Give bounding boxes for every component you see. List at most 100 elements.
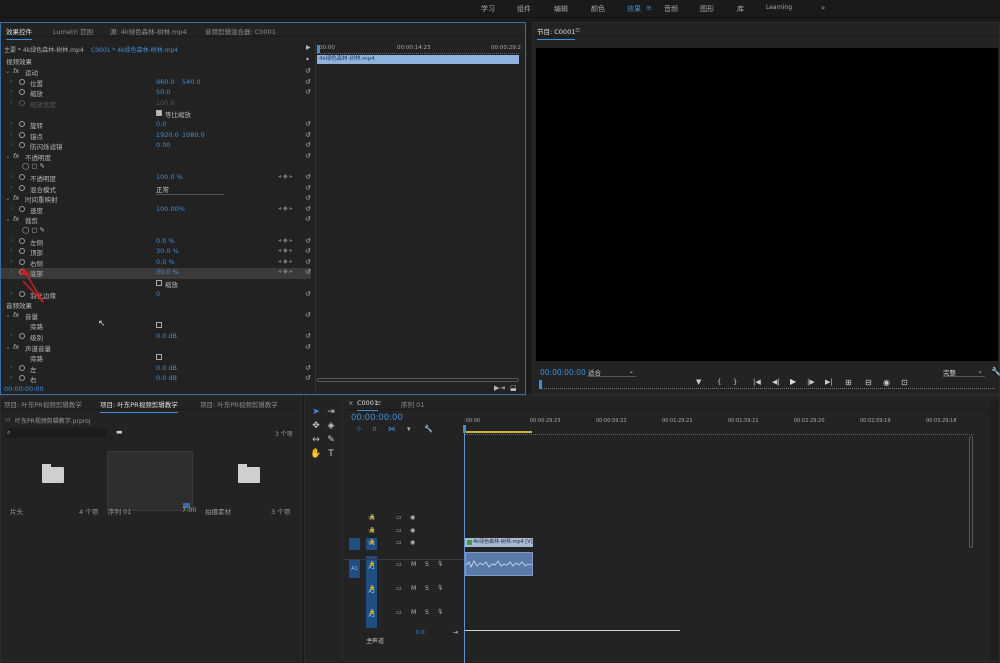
extract-button[interactable]: ⊟ bbox=[865, 378, 872, 387]
ec-current-time[interactable]: 00:00:00:00 bbox=[4, 385, 44, 393]
property-value[interactable]: 30.0 % bbox=[156, 247, 179, 255]
program-title[interactable]: 节目: C0001 bbox=[537, 26, 576, 40]
property-value[interactable]: 0.0 dB bbox=[156, 364, 177, 372]
property-value[interactable]: 0.0 dB bbox=[156, 374, 177, 382]
reset-icon[interactable]: ↺ bbox=[305, 374, 311, 382]
tab-project-3[interactable]: 项目: 叶东PR视频剪辑教学 bbox=[200, 399, 278, 409]
video-clip[interactable]: 4k绿色森林-树林.mp4 [V] bbox=[465, 538, 533, 547]
selection-tool-icon[interactable]: ➤ bbox=[310, 406, 322, 418]
pen-tool-icon[interactable]: ✎ bbox=[325, 434, 337, 446]
reset-icon[interactable]: ↺ bbox=[305, 290, 311, 298]
effect-row[interactable]: 旁路 bbox=[1, 353, 311, 364]
lock-icon[interactable]: 🔒 bbox=[369, 585, 375, 591]
eye-icon[interactable]: ◉ bbox=[410, 514, 415, 521]
sync-lock-icon[interactable]: ▭ bbox=[396, 561, 402, 568]
property-value[interactable]: 100.0 % bbox=[156, 173, 183, 181]
reset-icon[interactable]: ↺ bbox=[305, 258, 311, 266]
property-value[interactable]: 540.0 bbox=[182, 78, 201, 86]
workspace-graphics[interactable]: 图形 bbox=[700, 4, 714, 14]
reset-icon[interactable]: ↺ bbox=[305, 184, 311, 192]
reset-icon[interactable]: ↺ bbox=[305, 205, 311, 213]
workspace-effects[interactable]: 效果 bbox=[627, 4, 641, 14]
disclosure-icon[interactable]: ⌄ bbox=[5, 343, 10, 351]
stopwatch-icon[interactable] bbox=[19, 364, 25, 371]
checkbox[interactable] bbox=[156, 280, 162, 286]
reset-icon[interactable]: ↺ bbox=[305, 141, 311, 149]
reset-icon[interactable]: ↺ bbox=[305, 194, 311, 202]
export-frame-icon[interactable]: ⬓ bbox=[510, 384, 517, 392]
property-value[interactable]: 0.00 bbox=[156, 141, 170, 149]
ec-clip-bar[interactable]: 4k绿色森林-树林.mp4 bbox=[317, 55, 519, 64]
lock-icon[interactable]: 🔒 bbox=[369, 539, 375, 545]
project-search-input[interactable]: ⌕ bbox=[5, 428, 107, 438]
play-only-icon[interactable]: ▶ bbox=[306, 44, 311, 51]
mute-button[interactable]: M bbox=[411, 585, 416, 592]
effect-row[interactable]: › 级别 0.0 dB ↺ bbox=[1, 332, 311, 343]
workspace-editing[interactable]: 编辑 bbox=[554, 4, 568, 14]
solo-button[interactable]: S bbox=[425, 609, 429, 616]
reset-icon[interactable]: ↺ bbox=[305, 120, 311, 128]
sync-lock-icon[interactable]: ▭ bbox=[369, 636, 375, 643]
lock-icon[interactable]: 🔒 bbox=[369, 609, 375, 615]
play-audio-icon[interactable]: ▶⇥ bbox=[494, 384, 505, 392]
workspace-libraries[interactable]: 库 bbox=[737, 4, 744, 14]
mark-out-button[interactable]: } bbox=[733, 378, 737, 386]
property-value[interactable]: 0 bbox=[156, 290, 160, 298]
tab-project-1[interactable]: 项目: 叶东PR视频剪辑教学 bbox=[4, 399, 82, 409]
tab-project-2[interactable]: 项目: 叶东PR视频剪辑教学 bbox=[100, 399, 178, 413]
lift-button[interactable]: ⊞ bbox=[845, 378, 852, 387]
property-value[interactable]: 0.0 dB bbox=[156, 332, 177, 340]
reset-icon[interactable]: ↺ bbox=[305, 131, 311, 139]
keyframe-nav-icon[interactable]: ◂◆▸ bbox=[278, 173, 295, 180]
export-frame-button[interactable]: ◉ bbox=[883, 378, 890, 387]
reset-icon[interactable]: ↺ bbox=[305, 268, 311, 276]
track-select-tool-icon[interactable]: ⇥ bbox=[325, 406, 337, 418]
workspace-audio[interactable]: 音频 bbox=[664, 4, 678, 14]
slip-tool-icon[interactable]: ↔ bbox=[310, 434, 322, 446]
add-marker-button[interactable]: ▼ bbox=[696, 378, 701, 386]
reset-icon[interactable]: ↺ bbox=[305, 173, 311, 181]
track-target[interactable]: A3 bbox=[366, 604, 377, 628]
add-marker-icon[interactable]: ▾ bbox=[407, 425, 411, 433]
workspace-learning[interactable]: Learning bbox=[766, 4, 792, 11]
tab-sequence-c0001[interactable]: C0001 bbox=[357, 399, 379, 411]
workspace-more-icon[interactable]: » bbox=[821, 4, 825, 12]
source-patch-v1[interactable] bbox=[349, 538, 360, 550]
eye-icon[interactable]: ◉ bbox=[410, 539, 415, 546]
checkbox[interactable] bbox=[156, 354, 162, 361]
property-value[interactable]: 100.0 bbox=[156, 99, 175, 107]
effect-row[interactable]: › 右 0.0 dB ↺ bbox=[1, 374, 311, 385]
reset-icon[interactable]: ↺ bbox=[305, 237, 311, 245]
property-value[interactable]: 0.0 % bbox=[156, 258, 175, 266]
master-volume-value[interactable]: 0.0 bbox=[416, 630, 425, 636]
workspace-learn[interactable]: 学习 bbox=[481, 4, 495, 14]
linked-selection-icon[interactable]: ⋈ bbox=[388, 425, 395, 433]
source-patch-a1[interactable]: A1 bbox=[349, 560, 360, 578]
reset-icon[interactable]: ↺ bbox=[305, 247, 311, 255]
ec-playhead[interactable] bbox=[317, 45, 320, 53]
reset-icon[interactable]: ↺ bbox=[305, 215, 311, 223]
track-target[interactable]: A2 bbox=[366, 580, 377, 604]
keyframe-nav-icon[interactable]: ◂◆▸ bbox=[278, 258, 295, 265]
bin-sequence[interactable] bbox=[107, 451, 193, 511]
go-to-out-button[interactable]: ▶| bbox=[825, 378, 833, 386]
mark-in-button[interactable]: { bbox=[717, 378, 721, 386]
sequence-clip-label[interactable]: C0001 * 4k绿色森林-树林.mp4 bbox=[91, 45, 178, 54]
reset-icon[interactable]: ↺ bbox=[305, 332, 311, 340]
audio-clip[interactable] bbox=[465, 552, 533, 576]
workspace-assembly[interactable]: 组件 bbox=[517, 4, 531, 14]
timeline-timecode[interactable]: 00:00:00:00 bbox=[351, 413, 403, 423]
stopwatch-icon[interactable] bbox=[19, 375, 25, 382]
property-value[interactable]: 0.0 % bbox=[156, 237, 175, 245]
comparison-view-button[interactable]: ⊡ bbox=[901, 378, 908, 387]
solo-button[interactable]: S bbox=[425, 561, 429, 568]
tab-audio-clip-mixer[interactable]: 音频剪辑混合器: C0001 bbox=[205, 26, 276, 36]
reset-icon[interactable]: ↺ bbox=[305, 152, 311, 160]
workspace-color[interactable]: 颜色 bbox=[591, 4, 605, 14]
workspace-menu-icon[interactable]: ≡ bbox=[646, 4, 652, 12]
type-tool-icon[interactable]: T bbox=[325, 448, 337, 460]
ripple-edit-tool-icon[interactable]: ✥ bbox=[310, 420, 322, 432]
bin-footage[interactable] bbox=[203, 451, 289, 511]
sync-lock-icon[interactable]: ▭ bbox=[396, 539, 402, 546]
program-video-frame[interactable] bbox=[536, 48, 998, 361]
